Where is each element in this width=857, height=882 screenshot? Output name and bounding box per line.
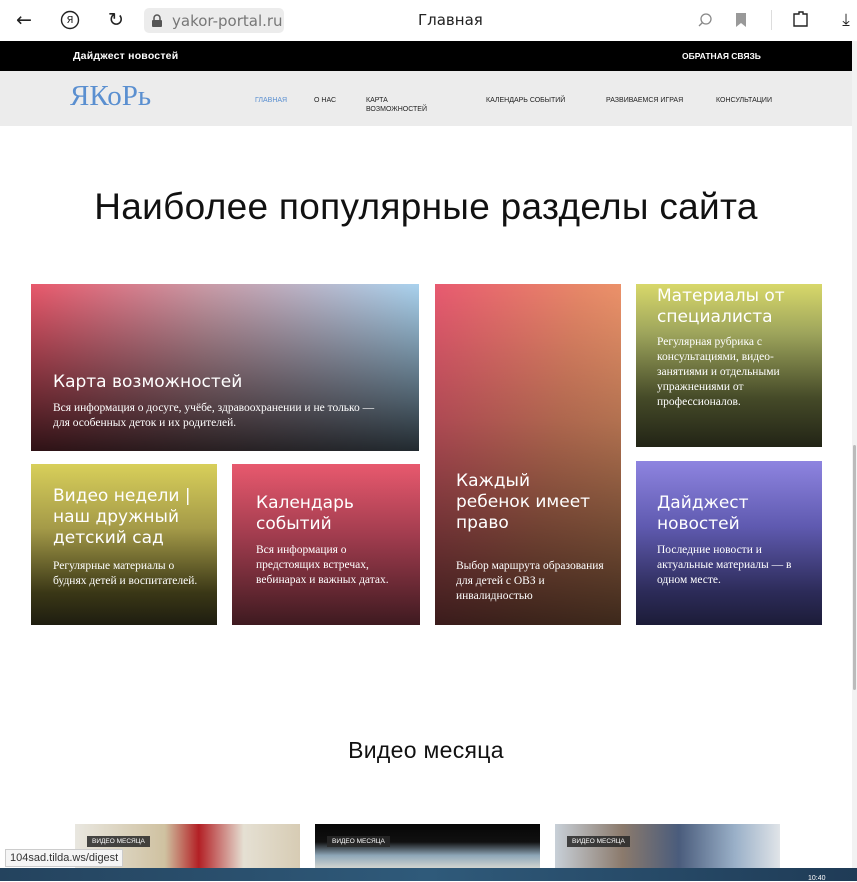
card-title: Карта возможностей	[53, 372, 243, 392]
site-logo[interactable]: ЯКоРь	[70, 80, 151, 113]
nav-item-map[interactable]: КАРТА ВОЗМОЖНОСТЕЙ	[366, 96, 446, 114]
card-video-week[interactable]: Видео недели | наш дружный детский сад Р…	[31, 464, 217, 625]
nav-item-play[interactable]: РАЗВИВАЕМСЯ ИГРАЯ	[606, 96, 683, 105]
nav-item-about[interactable]: О НАС	[314, 96, 336, 105]
url-text: yakor-portal.ru	[172, 11, 283, 30]
card-title: Календарь событий	[256, 493, 354, 534]
download-icon[interactable]: ⤓	[834, 8, 857, 32]
address-bar[interactable]: yakor-portal.ru	[144, 8, 284, 33]
search-icon[interactable]	[697, 12, 713, 28]
scrollbar-thumb[interactable]	[853, 445, 856, 690]
video-label: ВИДЕО МЕСЯЦА	[87, 836, 150, 847]
page-title: Главная	[418, 11, 483, 29]
card-description: Вся информация о предстоящих встречах, в…	[256, 544, 389, 586]
card-description: Последние новости и актуальные материалы…	[657, 544, 792, 586]
card-news-digest[interactable]: Дайджест новостей Последние новости и ак…	[636, 461, 822, 625]
yandex-letter: Я	[66, 14, 74, 26]
feedback-link[interactable]: ОБРАТНАЯ СВЯЗЬ	[682, 51, 761, 61]
video-section-heading: Видео месяца	[348, 737, 504, 763]
link-status-tooltip: 104sad.tilda.ws/digest	[5, 849, 124, 867]
card-specialist-materials[interactable]: Материалы от специалиста Регулярная рубр…	[636, 284, 822, 447]
video-label: ВИДЕО МЕСЯЦА	[567, 836, 630, 847]
reload-icon[interactable]: ↻	[104, 8, 128, 32]
card-opportunity-map[interactable]: Карта возможностей Вся информация о досу…	[31, 284, 419, 451]
card-title: Дайджест новостей	[657, 493, 749, 534]
card-child-rights[interactable]: Каждый ребенок имеет право Выбор маршрут…	[435, 284, 621, 625]
lock-icon	[152, 13, 162, 27]
nav-item-consult[interactable]: КОНСУЛЬТАЦИИ	[716, 96, 772, 105]
toolbar-divider	[771, 10, 772, 30]
nav-item-calendar[interactable]: КАЛЕНДАРЬ СОБЫТИЙ	[486, 96, 565, 105]
video-thumbnail[interactable]: ВИДЕО МЕСЯЦА	[555, 824, 780, 869]
extensions-icon[interactable]	[790, 10, 810, 30]
card-description: Регулярная рубрика с консультациями, вид…	[657, 336, 780, 408]
card-description: Вся информация о досуге, учёбе, здравоох…	[53, 402, 375, 429]
nav-item-home[interactable]: ГЛАВНАЯ	[255, 96, 287, 105]
yandex-icon[interactable]: Я	[58, 8, 82, 32]
bookmark-icon[interactable]	[734, 12, 748, 28]
video-label: ВИДЕО МЕСЯЦА	[327, 836, 390, 847]
card-event-calendar[interactable]: Календарь событий Вся информация о предс…	[232, 464, 420, 625]
section-heading: Наиболее популярные разделы сайта	[94, 186, 758, 227]
browser-toolbar: ← Я ↻ yakor-portal.ru Главная ⤓	[0, 0, 857, 41]
top-info-bar: Дайджест новостей ОБРАТНАЯ СВЯЗЬ	[0, 41, 852, 71]
video-thumbnail[interactable]: ВИДЕО МЕСЯЦА	[315, 824, 540, 869]
digest-link[interactable]: Дайджест новостей	[73, 50, 178, 62]
card-title: Каждый ребенок имеет право	[456, 471, 591, 533]
back-arrow-icon[interactable]: ←	[12, 8, 36, 32]
card-description: Регулярные материалы о буднях детей и во…	[53, 560, 198, 587]
card-title: Материалы от специалиста	[657, 286, 785, 327]
card-description: Выбор маршрута образования для детей с О…	[456, 560, 604, 602]
os-taskbar	[0, 868, 857, 881]
card-title: Видео недели | наш дружный детский сад	[53, 486, 191, 548]
